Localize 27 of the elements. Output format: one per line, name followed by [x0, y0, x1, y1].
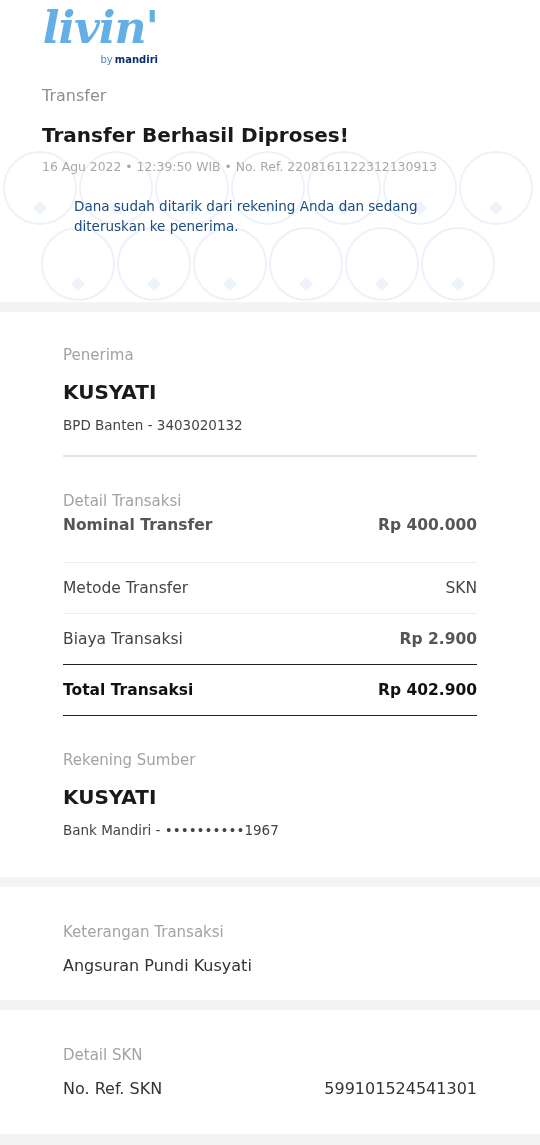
row-label: Nominal Transfer	[63, 516, 213, 534]
transaction-note: Angsuran Pundi Kusyati	[63, 955, 253, 977]
logo-wordmark: livin'	[42, 1, 158, 55]
row-label: Total Transaksi	[63, 681, 194, 699]
row-value: Rp 2.900	[399, 630, 477, 648]
section-label: Detail SKN	[63, 1045, 144, 1066]
page-title: Transfer Berhasil Diproses!	[42, 122, 350, 149]
account-name: KUSYATI	[63, 784, 158, 811]
row-label: Metode Transfer	[63, 579, 189, 597]
row-value: Rp 402.900	[377, 681, 477, 699]
row-value: SKN	[445, 579, 477, 597]
page-category: Transfer	[42, 85, 108, 107]
account-detail: Bank Mandiri - ••••••••••1967	[63, 821, 280, 840]
logo-brand: mandiri	[114, 54, 158, 65]
section-label: Keterangan Transaksi	[63, 922, 225, 943]
section-label: Rekening Sumber	[63, 750, 197, 771]
row-label: Biaya Transaksi	[63, 630, 183, 648]
logo-byline: by	[100, 54, 113, 65]
section-label: Detail Transaksi	[63, 491, 183, 512]
account-detail: BPD Banten - 3403020132	[63, 416, 244, 435]
transaction-meta: 16 Agu 2022 • 12:39:50 WIB • No. Ref. 2208161122312130913	[42, 158, 439, 176]
row-value: Rp 400.000	[377, 516, 477, 534]
section-label: Penerima	[63, 345, 135, 366]
row-label: No. Ref. SKN	[63, 1078, 163, 1100]
account-name: KUSYATI	[63, 379, 158, 406]
status-notice: Dana sudah ditarik dari rekening Anda dan sedang diteruskan ke penerima.	[74, 197, 419, 236]
row-value: 599101524541301	[324, 1078, 477, 1100]
